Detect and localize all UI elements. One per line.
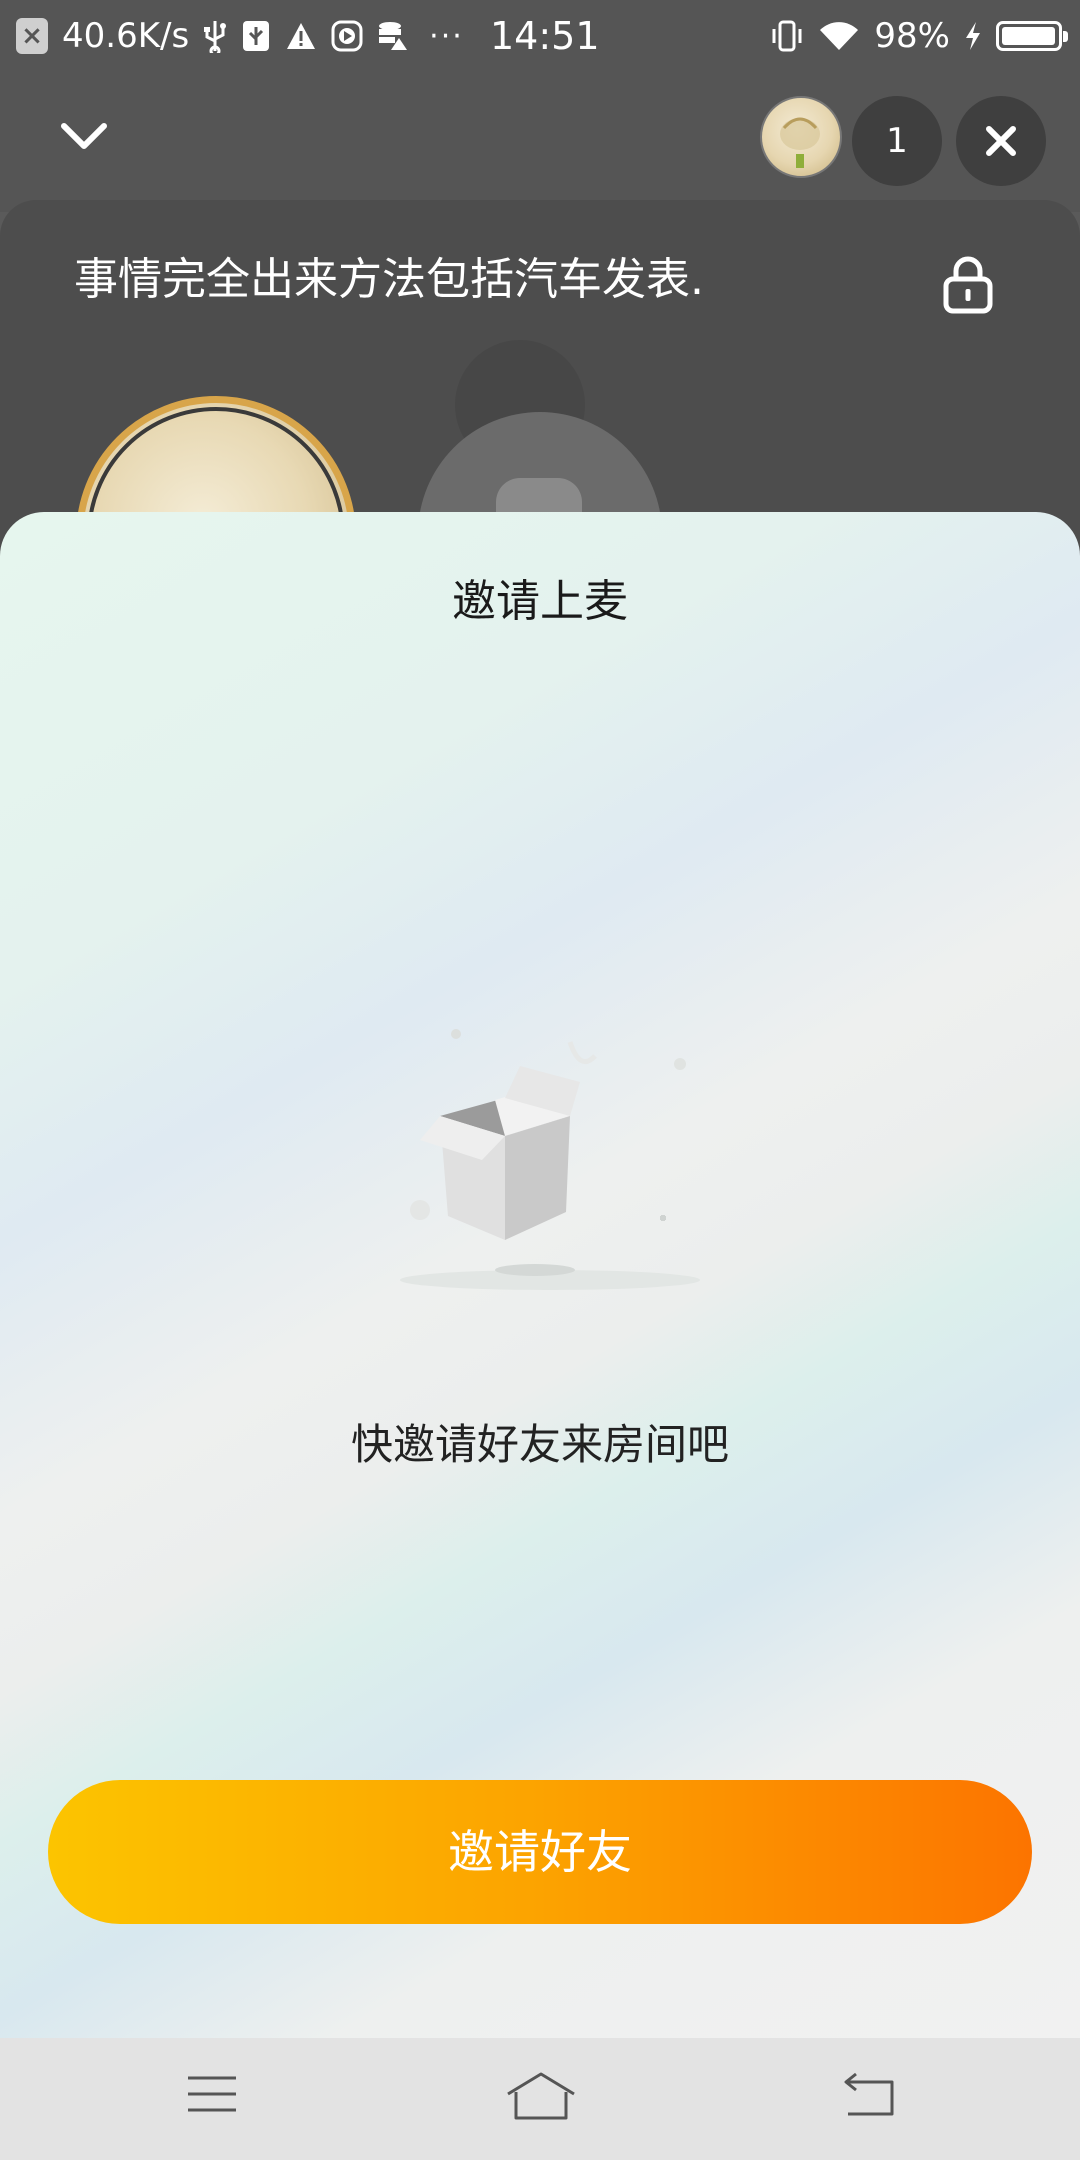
back-icon[interactable] — [842, 2070, 896, 2118]
close-room-button[interactable] — [956, 96, 1046, 186]
chevron-down-icon — [61, 123, 107, 149]
warning-icon — [285, 21, 317, 51]
charging-icon — [964, 21, 982, 51]
sheet-title: 邀请上麦 — [452, 576, 628, 627]
room-title: 事情完全出来方法包括汽车发表. — [74, 254, 704, 305]
status-right: 98% — [770, 14, 1068, 58]
home-icon[interactable] — [506, 2070, 576, 2122]
status-bar: × 40.6K/s ··· 14:51 98% — [0, 0, 1080, 72]
status-time: 14:51 — [490, 14, 600, 58]
online-count-button[interactable]: 1 — [852, 96, 942, 186]
system-nav-bar — [0, 2038, 1080, 2160]
play-icon — [331, 20, 363, 52]
battery-icon — [996, 21, 1068, 51]
online-user-avatar[interactable] — [760, 96, 842, 178]
overflow-dots: ··· — [429, 18, 464, 54]
room-card: 事情完全出来方法包括汽车发表. — [0, 200, 1080, 676]
status-left: × 40.6K/s ··· — [16, 14, 464, 58]
empty-box-icon — [400, 1029, 700, 1290]
close-icon — [986, 126, 1016, 156]
close-notification-icon: × — [16, 18, 48, 54]
wifi-icon — [818, 20, 860, 52]
usb-debug-icon — [241, 19, 271, 53]
lock-icon[interactable] — [942, 254, 994, 314]
invite-friends-button[interactable]: 邀请好友 — [48, 1780, 1032, 1924]
invite-mic-sheet: 邀请上麦 快邀请好友来房间吧 邀请好友 — [0, 512, 1080, 2038]
menu-icon[interactable] — [186, 2070, 238, 2118]
data-icon — [377, 20, 409, 52]
battery-level-fill — [1002, 27, 1055, 45]
battery-percent: 98% — [874, 16, 950, 56]
empty-state-text: 快邀请好友来房间吧 — [350, 1420, 729, 1469]
room-top-bar: 1 — [0, 72, 1080, 212]
net-speed: 40.6K/s — [62, 16, 190, 56]
vibrate-icon — [770, 19, 804, 53]
usb-icon — [203, 19, 227, 53]
minimize-room-button[interactable] — [56, 108, 112, 164]
